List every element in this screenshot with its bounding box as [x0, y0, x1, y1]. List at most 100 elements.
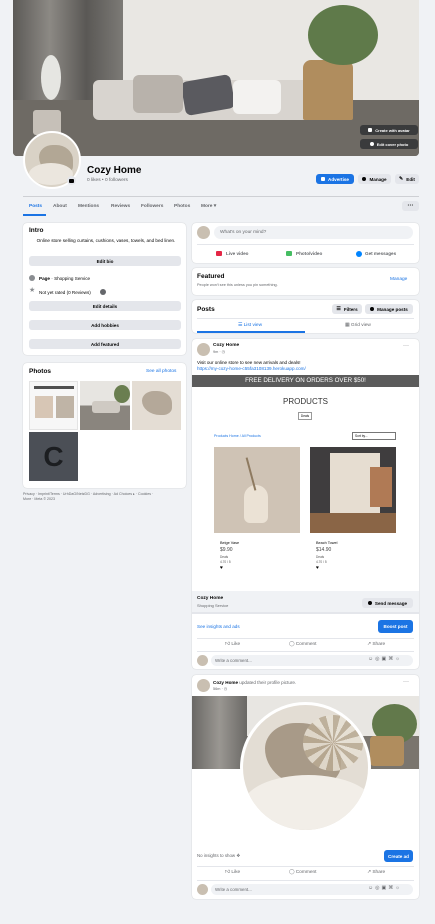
divider: [23, 196, 419, 197]
post-author-avatar[interactable]: [197, 679, 210, 692]
photos-title: Photos: [29, 368, 52, 375]
photo-thumb-pillow[interactable]: [132, 381, 181, 430]
promo-banner: FREE DELIVERY ON ORDERS OVER $50!: [192, 375, 419, 387]
featured-subtitle: People won't see this unless you pin som…: [197, 283, 278, 287]
create-avatar-button[interactable]: Create with avatar: [360, 125, 418, 135]
insights-link[interactable]: See insights and ads: [197, 624, 240, 629]
divider: [197, 651, 414, 652]
add-hobbies-button[interactable]: Add hobbies: [29, 320, 181, 330]
send-message-button[interactable]: Send message: [362, 598, 413, 608]
profile-picture-large[interactable]: [240, 702, 371, 833]
footer-links[interactable]: Privacy · Imprint/Terms · UrhDaG/NetzDG …: [23, 492, 153, 496]
like-button[interactable]: 👍︎ Like: [225, 642, 240, 647]
comment-icon: ◯: [289, 642, 296, 647]
comment-icon: ◯: [289, 870, 296, 875]
featured-card: [192, 268, 419, 295]
see-all-photos-link[interactable]: See all photos: [146, 369, 176, 374]
view-active-indicator: [197, 331, 305, 333]
composer-input[interactable]: What's on your mind?: [214, 226, 413, 239]
post-options-button[interactable]: ···: [403, 679, 409, 685]
product-category: Deals: [220, 555, 229, 559]
product-image-vase: [214, 447, 300, 533]
grid-view-tab[interactable]: ▦ Grid view: [345, 323, 371, 328]
divider: [197, 638, 414, 639]
tab-about[interactable]: About: [53, 204, 67, 209]
posts-title: Posts: [197, 306, 215, 313]
post-author-avatar[interactable]: [197, 343, 210, 356]
product-price: $14.90: [316, 547, 332, 553]
comment-button[interactable]: ◯ Comment: [289, 870, 317, 875]
edit-cover-button[interactable]: Edit cover photo: [360, 139, 418, 149]
post-options-button[interactable]: ···: [403, 343, 409, 349]
edit-bio-button[interactable]: Edit bio: [29, 256, 181, 266]
tab-photos[interactable]: Photos: [174, 204, 190, 209]
post-author[interactable]: Cozy Home: [213, 680, 238, 685]
comment-avatar: [197, 655, 208, 666]
list-view-tab[interactable]: ☰ List view: [238, 323, 262, 328]
tab-followers[interactable]: Followers: [141, 204, 163, 209]
advertise-button[interactable]: Advertise: [316, 174, 354, 184]
heart-icon: ♥: [220, 565, 223, 571]
share-button[interactable]: ↗ Share: [367, 642, 385, 647]
page-category: Page · Shopping Service: [39, 276, 90, 281]
featured-manage-link[interactable]: Manage: [390, 277, 407, 282]
cover-photo[interactable]: [13, 0, 419, 156]
post-time[interactable]: 9m · ◷: [213, 349, 225, 354]
filters-button[interactable]: ☰ Filters: [332, 304, 362, 314]
photo-thumb-bedroom[interactable]: [80, 381, 130, 430]
help-icon[interactable]: [100, 289, 106, 295]
composer-avatar: [197, 226, 210, 239]
product-name: Beach Towel: [316, 541, 338, 545]
filter-icon: ☰: [336, 306, 341, 312]
manage-button[interactable]: Manage: [358, 174, 391, 184]
post-insights: No insights to show ❖: [197, 853, 241, 858]
photo-video-icon: [286, 251, 292, 256]
photo-thumb-screenshot[interactable]: [29, 381, 78, 430]
heart-icon: ♥: [316, 565, 319, 571]
product-price: $9.90: [220, 547, 233, 553]
comment-emoji-icons[interactable]: ☺◎▣⌘☼: [368, 656, 402, 662]
add-featured-button[interactable]: Add featured: [29, 339, 181, 349]
deals-filter: Deals: [298, 412, 312, 420]
post-link[interactable]: https://my-cozy-home-c55fa3108139.heroku…: [197, 366, 306, 371]
tab-posts[interactable]: Posts: [29, 204, 42, 209]
post-time[interactable]: 56m · ◷: [213, 686, 227, 691]
boost-post-button[interactable]: Boost post: [378, 620, 413, 633]
tab-more[interactable]: More ▾: [201, 204, 216, 209]
products-heading: PRODUCTS: [283, 397, 328, 406]
page-label: Page: [39, 276, 50, 281]
photo-video-button[interactable]: Photo/video: [296, 251, 322, 256]
get-messages-button[interactable]: Get messages: [365, 251, 396, 256]
comment-button[interactable]: ◯ Comment: [289, 642, 317, 647]
megaphone-icon: [321, 177, 326, 181]
page-stats[interactable]: 0 likes • 0 followers: [87, 178, 128, 183]
avatar-icon: [368, 128, 373, 132]
logo-letter: C: [43, 440, 64, 472]
tab-reviews[interactable]: Reviews: [111, 204, 130, 209]
messenger-icon: [356, 251, 362, 257]
page-type: · Shopping Service: [49, 276, 91, 281]
edit-details-button[interactable]: Edit details: [29, 301, 181, 311]
divider: [197, 244, 414, 245]
share-button[interactable]: ↗ Share: [367, 870, 385, 875]
sort-select: Sort by...: [352, 432, 396, 440]
star-icon: ★: [29, 287, 36, 294]
comment-emoji-icons[interactable]: ☺◎▣⌘☼: [368, 885, 402, 891]
camera-icon[interactable]: [67, 176, 76, 185]
live-video-button[interactable]: Live video: [226, 251, 248, 256]
photo-thumb-logo[interactable]: C: [29, 432, 78, 481]
comment-avatar: [197, 884, 208, 895]
tab-mentions[interactable]: Mentions: [78, 204, 99, 209]
link-preview-image[interactable]: FREE DELIVERY ON ORDERS OVER $50! PRODUC…: [192, 375, 419, 591]
info-icon: [29, 275, 35, 281]
post-author[interactable]: Cozy Home: [213, 343, 239, 348]
like-button[interactable]: 👍︎ Like: [225, 870, 240, 875]
footer-copyright[interactable]: More · Meta © 2023: [23, 497, 55, 501]
featured-title: Featured: [197, 273, 225, 280]
cta-page-name[interactable]: Cozy Home: [197, 596, 223, 601]
manage-posts-button[interactable]: Manage posts: [365, 304, 413, 314]
create-ad-button[interactable]: Create ad: [384, 850, 413, 862]
rating-text: Not yet rated (0 Reviews): [39, 290, 91, 295]
edit-button[interactable]: ✎ Edit: [395, 174, 419, 184]
more-options-button[interactable]: ···: [402, 201, 419, 211]
